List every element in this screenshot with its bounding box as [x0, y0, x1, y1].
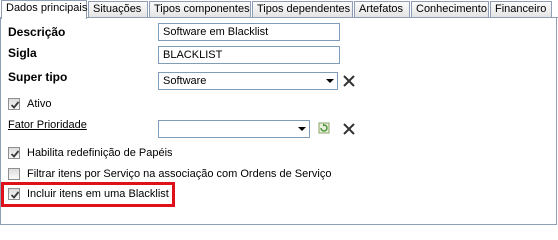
tab-artefatos[interactable]: Artefatos: [354, 1, 410, 17]
super-tipo-label: Super tipo: [8, 70, 68, 84]
super-tipo-select[interactable]: Software: [158, 72, 338, 90]
ativo-checkbox[interactable]: [8, 98, 20, 110]
check-icon: [10, 150, 20, 158]
x-icon[interactable]: [342, 122, 356, 136]
check-icon: [10, 101, 20, 109]
tab-dados-principais[interactable]: Dados principais: [1, 0, 87, 19]
habilita-redefinicao-checkbox[interactable]: [8, 147, 20, 159]
sigla-label: Sigla: [8, 46, 37, 60]
super-tipo-value: Software: [163, 75, 207, 87]
fator-prioridade-label[interactable]: Fator Prioridade: [8, 119, 87, 131]
ativo-label: Ativo: [27, 98, 52, 110]
descricao-label: Descrição: [8, 25, 66, 39]
chevron-down-icon: [326, 79, 334, 83]
tab-situacoes[interactable]: Situações: [88, 1, 148, 17]
descricao-field[interactable]: Software em Blacklist: [158, 23, 340, 41]
tab-bar: Dados principais Situações Tipos compone…: [0, 0, 558, 19]
refresh-icon[interactable]: [318, 122, 330, 134]
habilita-redefinicao-label: Habilita redefinição de Papéis: [27, 147, 173, 159]
filtrar-itens-label: Filtrar itens por Serviço na associação …: [27, 168, 332, 180]
highlight-box: [1, 182, 175, 207]
fator-prioridade-select[interactable]: [158, 120, 310, 138]
sigla-field[interactable]: BLACKLIST: [158, 46, 340, 64]
tab-tipos-dependentes[interactable]: Tipos dependentes: [252, 1, 353, 17]
tab-financeiro[interactable]: Financeiro: [490, 1, 552, 17]
tab-conhecimento[interactable]: Conhecimento: [411, 1, 489, 17]
x-icon[interactable]: [342, 74, 356, 88]
tab-tipos-componentes[interactable]: Tipos componentes: [149, 1, 251, 17]
chevron-down-icon: [298, 127, 306, 131]
filtrar-itens-checkbox[interactable]: [8, 168, 20, 180]
